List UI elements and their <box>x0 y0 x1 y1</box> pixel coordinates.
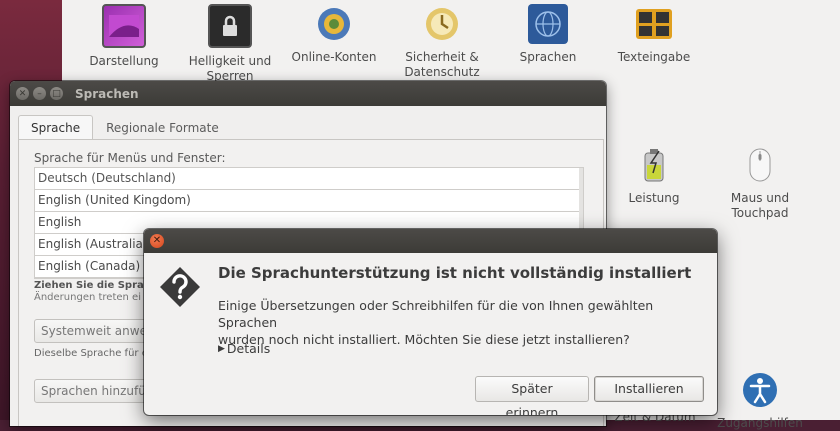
privacy-icon <box>422 4 462 44</box>
tab-bar: Sprache Regionale Formate <box>18 115 232 141</box>
dialog-message-line-1: Einige Übersetzungen oder Schreibhilfen … <box>218 298 654 330</box>
window-title: Sprachen <box>75 86 139 101</box>
list-item[interactable]: Deutsch (Deutschland) <box>35 168 583 190</box>
expander-arrow-icon: ▶ <box>218 343 225 354</box>
language-support-dialog: ✕ Die Sprachunterstützung ist nicht voll… <box>144 229 717 415</box>
drag-hint: Ziehen Sie die Sprach <box>34 280 157 291</box>
close-window-button[interactable]: ✕ <box>16 87 29 100</box>
settings-item-online-accounts[interactable]: Online-Konten <box>284 4 384 65</box>
window-titlebar[interactable]: ✕ – □ Sprachen <box>10 81 606 106</box>
lock-screen-icon <box>208 4 252 48</box>
battery-icon <box>634 145 674 185</box>
appearance-icon <box>102 4 146 48</box>
settings-item-mouse-touchpad[interactable]: Maus und Touchpad <box>710 145 810 221</box>
question-icon <box>160 267 200 307</box>
apply-systemwide-button[interactable]: Systemweit anwe <box>34 319 154 343</box>
globe-icon <box>528 4 568 44</box>
changes-hint: Änderungen treten ei <box>34 292 141 303</box>
same-language-text: Dieselbe Sprache für e <box>34 348 148 359</box>
settings-item-text-input[interactable]: Texteingabe <box>604 4 704 65</box>
tab-language[interactable]: Sprache <box>18 115 94 140</box>
dialog-message-line-2: wurden noch nicht installiert. Möchten S… <box>218 332 630 347</box>
details-expander[interactable]: ▶ Details <box>218 341 270 356</box>
mouse-icon <box>740 145 780 185</box>
list-item[interactable]: English (United Kingdom) <box>35 190 583 212</box>
accessibility-icon <box>740 370 780 410</box>
maximize-window-button[interactable]: □ <box>50 87 63 100</box>
keyboard-icon <box>634 4 674 44</box>
settings-item-power[interactable]: Leistung <box>604 145 704 206</box>
add-languages-button[interactable]: Sprachen hinzufü <box>34 379 153 403</box>
online-accounts-icon <box>314 4 354 44</box>
settings-item-privacy[interactable]: Sicherheit & Datenschutz <box>392 4 492 80</box>
dialog-titlebar[interactable]: ✕ <box>144 229 717 253</box>
section-label: Sprache für Menüs und Fenster: <box>34 151 226 165</box>
details-label: Details <box>226 341 271 356</box>
dialog-close-button[interactable]: ✕ <box>150 234 164 248</box>
dialog-title: Die Sprachunterstützung ist nicht vollst… <box>218 264 692 282</box>
settings-item-appearance[interactable]: Darstellung <box>74 4 174 69</box>
settings-item-languages[interactable]: Sprachen <box>498 4 598 65</box>
settings-item-accessibility[interactable]: Zugangshilfen <box>710 370 810 431</box>
dialog-message: Einige Übersetzungen oder Schreibhilfen … <box>218 297 698 348</box>
remind-later-button[interactable]: Später erinnern <box>475 376 589 415</box>
install-button[interactable]: Installieren <box>594 376 704 402</box>
minimize-window-button[interactable]: – <box>33 87 46 100</box>
settings-item-brightness-lock[interactable]: Helligkeit und Sperren <box>180 4 280 84</box>
tab-regional-formats[interactable]: Regionale Formate <box>93 115 232 141</box>
